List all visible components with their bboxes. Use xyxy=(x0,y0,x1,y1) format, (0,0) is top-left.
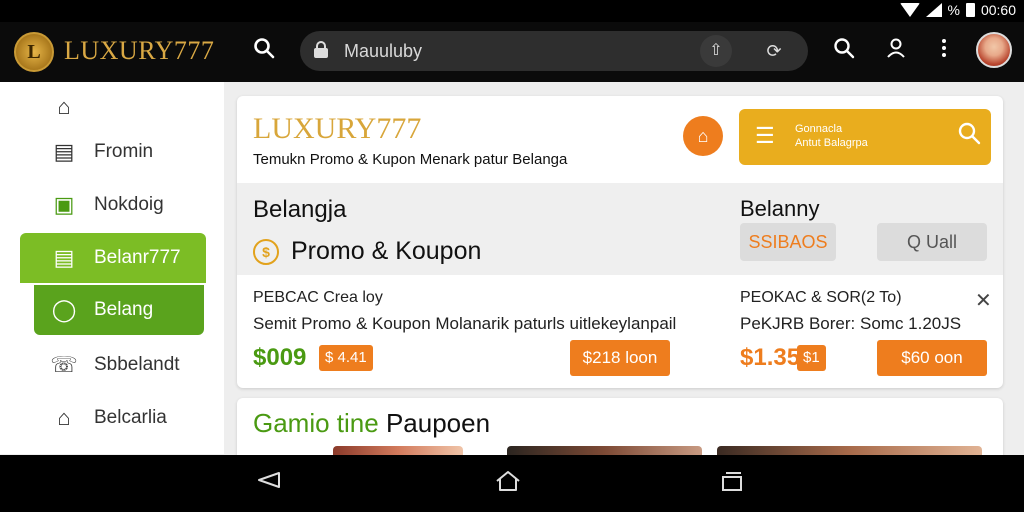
coin-icon: $ xyxy=(253,238,279,265)
section-title-left: Belangja xyxy=(253,196,347,223)
battery-percent: % xyxy=(947,2,960,18)
promo-card: LUXURY777 Temukn Promo & Kupon Menark pa… xyxy=(237,96,1003,388)
offer-tag: $ 4.41 xyxy=(319,345,373,371)
offer-description: Semit Promo & Koupon Molanarik paturls u… xyxy=(253,314,677,333)
sidebar-item-fromin[interactable]: ▤ Fromin xyxy=(20,127,206,177)
store-icon: ▤ xyxy=(53,139,75,164)
battery-icon xyxy=(965,3,975,17)
promo-label: Promo & Koupon xyxy=(291,237,482,265)
clock: 00:60 xyxy=(980,2,1016,18)
filter-button[interactable]: SSIBAOS xyxy=(740,223,836,261)
sidebar-item-belcarlia[interactable]: ⌂ Belcarlia xyxy=(20,393,206,443)
section-title-right: Belanny xyxy=(740,196,820,221)
sidebar-item-home[interactable]: ⌂ xyxy=(20,82,206,132)
system-nav-bar xyxy=(0,455,1024,512)
person-icon[interactable] xyxy=(880,36,912,68)
sidebar-item-label: Nokdoig xyxy=(94,194,164,215)
sidebar-item-label: Belang xyxy=(94,299,154,320)
claim-button[interactable]: $60 oon xyxy=(877,340,987,376)
brand-name[interactable]: LUXURY777 xyxy=(64,36,214,66)
home-icon[interactable]: ⌂ xyxy=(683,116,723,156)
url-text[interactable]: Mauuluby xyxy=(344,41,422,62)
search-icon[interactable] xyxy=(957,121,981,152)
chat-icon: ◯ xyxy=(51,297,77,322)
claim-button[interactable]: $218 loon xyxy=(570,340,670,376)
lock-icon xyxy=(314,41,328,58)
sidebar-item-belang[interactable]: ◯ Belang xyxy=(34,285,204,335)
offer-description: PeKJRB Borer: Somc 1.20JS xyxy=(740,314,962,333)
sidebar-item-label: Fromin xyxy=(94,141,154,162)
url-bar[interactable]: Mauuluby ⇧ ⟳ xyxy=(300,31,808,71)
status-bar: % 00:60 xyxy=(0,0,1024,22)
sidebar-item-label: Sbbelandt xyxy=(94,354,180,375)
sidebar-item-belanr777[interactable]: ▤ Belanr777 xyxy=(20,233,206,283)
search-icon[interactable] xyxy=(828,36,860,68)
offer-tag: $1 xyxy=(797,345,826,371)
home-nav-icon[interactable] xyxy=(488,469,528,499)
share-icon[interactable]: ⇧ xyxy=(700,35,732,67)
list-icon: ☰ xyxy=(755,123,775,148)
sidebar-item-nokdoig[interactable]: ▣ Nokdoig xyxy=(20,180,206,230)
signal-icon xyxy=(925,3,942,17)
sidebar-item-label: Belcarlia xyxy=(94,407,167,428)
offer-title: PEOKAC & SOR(2 To) xyxy=(740,289,902,306)
wallet-icon: ▣ xyxy=(53,192,75,217)
offer-price: $1.35 xyxy=(740,344,801,371)
phone-icon: ☏ xyxy=(50,352,78,377)
sidebar: ⌂ ▤ Fromin ▣ Nokdoig ▤ Belanr777 ◯ Belan… xyxy=(0,82,224,454)
promo-search-box[interactable]: ☰ Gonnacla Antut Balagrpa xyxy=(739,109,991,165)
avatar[interactable] xyxy=(976,32,1012,68)
search-icon[interactable] xyxy=(248,36,280,68)
coupon-section-title: Gamio tine Paupoen xyxy=(253,408,491,438)
logo-badge[interactable]: L xyxy=(14,32,54,72)
sidebar-item-sbbelandt[interactable]: ☏ Sbbelandt xyxy=(20,340,206,390)
card-brand: LUXURY777 xyxy=(253,112,422,145)
view-all-button[interactable]: Q Uall xyxy=(877,223,987,261)
recents-icon[interactable] xyxy=(712,469,752,499)
refresh-icon[interactable]: ⟳ xyxy=(758,35,790,67)
more-vert-icon[interactable] xyxy=(928,36,960,68)
close-icon[interactable]: ✕ xyxy=(975,288,992,313)
home-icon: ⌂ xyxy=(57,94,71,119)
offer-price: $009 xyxy=(253,344,307,371)
receipt-icon: ▤ xyxy=(53,245,75,270)
search-box-text: Gonnacla Antut Balagrpa xyxy=(795,123,868,149)
wifi-icon xyxy=(899,3,920,17)
offer-title: PEBCAC Crea loy xyxy=(253,289,383,306)
house-icon: ⌂ xyxy=(57,405,71,430)
promo-heading: $ Promo & Koupon xyxy=(253,237,481,266)
app-bar: L LUXURY777 Mauuluby ⇧ ⟳ xyxy=(0,22,1024,82)
sidebar-item-label: Belanr777 xyxy=(94,247,181,268)
back-icon[interactable] xyxy=(248,469,288,499)
card-subtitle: Temukn Promo & Kupon Menark patur Belang… xyxy=(253,151,568,168)
